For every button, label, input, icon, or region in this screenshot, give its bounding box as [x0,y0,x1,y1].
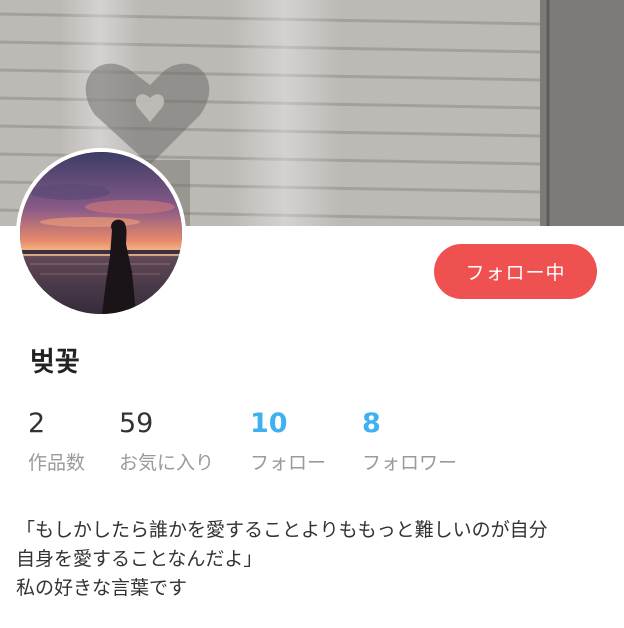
profile-bio: 「もしかしたら誰かを愛することよりももっと難しいのが自分 自身を愛することなんだ… [16,516,612,603]
stat-following-count: 10 [250,408,288,439]
avatar[interactable] [16,148,186,318]
stat-works[interactable]: 2 作品数 [28,408,85,476]
stat-followers[interactable]: 8 フォロワー [362,408,457,476]
stat-favorites-label: お気に入り [119,452,215,474]
bio-line: 自身を愛することなんだよ」 [16,548,263,570]
stat-followers-count: 8 [362,408,381,439]
stat-following-label: フォロー [250,452,327,474]
stat-favorites[interactable]: 59 お気に入り [119,408,214,476]
bio-line: 私の好きな言葉です [16,577,188,599]
stat-followers-label: フォロワー [362,452,458,474]
stat-favorites-count: 59 [119,408,154,439]
following-button[interactable]: フォロー中 [434,244,597,299]
bio-line: 「もしかしたら誰かを愛することよりももっと難しいのが自分 [16,519,548,541]
username: 벚꽃 [30,347,80,378]
stat-works-count: 2 [28,408,46,439]
stat-works-label: 作品数 [28,452,86,474]
stat-following[interactable]: 10 フォロー [250,408,326,476]
